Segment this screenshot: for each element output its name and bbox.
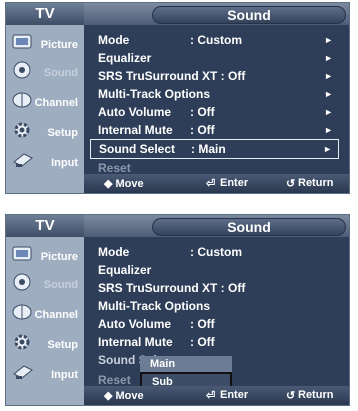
arrow-right-icon: ► [324, 53, 333, 63]
dropdown-option-main[interactable]: Main [140, 356, 232, 372]
channel-icon [12, 304, 32, 320]
enter-icon: ⏎ [206, 178, 216, 190]
sidebar-item-picture[interactable]: Picture [6, 241, 84, 269]
sidebar-item-label: Picture [40, 251, 78, 263]
return-icon: ↺ [286, 178, 296, 190]
menu-row-srs[interactable]: SRS TruSurround XT : Off ► [90, 67, 339, 85]
gear-icon [14, 334, 30, 350]
sidebar-item-channel[interactable]: Channel [6, 299, 84, 327]
arrow-right-icon: ► [323, 144, 332, 154]
header-bar: Sound [84, 215, 349, 237]
picture-icon [12, 34, 32, 49]
sidebar-item-label: Sound [43, 67, 78, 79]
row-value: : Off [190, 317, 215, 331]
row-label: Auto Volume [98, 317, 172, 331]
tv-header: TV [6, 3, 84, 25]
menu-title: Sound [152, 218, 346, 236]
row-label: Auto Volume [98, 105, 172, 119]
return-hint: Return [298, 177, 334, 189]
arrow-right-icon: ► [324, 71, 333, 81]
sound-menu-panel-bottom: TV Sound Picture Sound Channel Setup Inp… [5, 214, 350, 406]
sidebar-item-sound[interactable]: Sound [6, 57, 84, 85]
row-value: : Off [190, 335, 215, 349]
arrow-right-icon: ► [324, 89, 333, 99]
row-value: : Main [191, 142, 226, 156]
enter-hint: Enter [220, 177, 249, 189]
sidebar-item-label: Sound [43, 279, 78, 291]
menu-row-multitrack[interactable]: Multi-Track Options [90, 297, 339, 315]
sidebar-item-label: Channel [34, 309, 78, 321]
menu-row-mode[interactable]: Mode : Custom [90, 243, 339, 261]
enter-hint: Enter [220, 389, 249, 401]
menu-row-equalizer[interactable]: Equalizer ► [90, 49, 339, 67]
menu-row-auto-volume[interactable]: Auto Volume : Off [90, 315, 339, 333]
row-label: Internal Mute [98, 123, 173, 137]
menu-row-multitrack[interactable]: Multi-Track Options ► [90, 85, 339, 103]
menu-title: Sound [152, 6, 346, 24]
picture-icon [12, 246, 32, 261]
sound-icon [13, 273, 31, 291]
menu-row-equalizer[interactable]: Equalizer [90, 261, 339, 279]
arrow-right-icon: ► [324, 35, 333, 45]
sidebar-item-label: Channel [34, 97, 78, 109]
menu-row-internal-mute[interactable]: Internal Mute : Off ► [90, 121, 339, 139]
row-label: Multi-Track Options [98, 299, 211, 313]
sidebar-item-label: Setup [47, 339, 78, 351]
move-hint: ◆ Move [104, 390, 144, 402]
sidebar-item-sound[interactable]: Sound [6, 269, 84, 297]
row-label: Sound Select [99, 142, 176, 156]
sound-options-list: Mode : Custom ► Equalizer ► SRS TruSurro… [84, 25, 349, 175]
header-bar: Sound [84, 3, 349, 25]
channel-icon [12, 92, 32, 108]
row-label: Internal Mute [98, 335, 173, 349]
row-value: : Off [190, 123, 215, 137]
footer-bar: ◆ Move ⏎ Enter ↺ Return [84, 386, 349, 405]
row-label: SRS TruSurround XT : Off [98, 69, 246, 83]
tv-header: TV [6, 215, 84, 237]
arrow-right-icon: ► [324, 107, 333, 117]
menu-row-auto-volume[interactable]: Auto Volume : Off ► [90, 103, 339, 121]
sidebar-item-setup[interactable]: Setup [6, 117, 84, 145]
sound-menu-panel-top: TV Sound Picture Sound Channel Setup Inp… [5, 2, 350, 194]
row-value: : Custom [190, 33, 242, 47]
sidebar-item-channel[interactable]: Channel [6, 87, 84, 115]
row-value: : Off [190, 105, 215, 119]
return-icon: ↺ [286, 390, 296, 402]
input-icon [13, 153, 33, 167]
menu-row-sound-select[interactable]: Sound Select : Main ► [90, 139, 339, 159]
sound-icon [13, 61, 31, 79]
row-label: Mode [98, 245, 130, 259]
menu-row-internal-mute[interactable]: Internal Mute : Off [90, 333, 339, 351]
move-hint: ◆ Move [104, 178, 144, 190]
input-icon [13, 365, 33, 379]
menu-row-mode[interactable]: Mode : Custom ► [90, 31, 339, 49]
sidebar-item-input[interactable]: Input [6, 147, 84, 175]
sidebar-item-label: Input [51, 157, 78, 169]
row-value: : Custom [190, 245, 242, 259]
category-sidebar: Picture Sound Channel Setup Input [6, 25, 84, 193]
row-label: Multi-Track Options [98, 87, 211, 101]
sidebar-item-picture[interactable]: Picture [6, 29, 84, 57]
row-label: Equalizer [98, 263, 152, 277]
row-label: Mode [98, 33, 130, 47]
sidebar-item-label: Input [51, 369, 78, 381]
return-hint: Return [298, 389, 334, 401]
footer-bar: ◆ Move ⏎ Enter ↺ Return [84, 174, 349, 193]
sidebar-item-label: Setup [47, 127, 78, 139]
sidebar-item-input[interactable]: Input [6, 359, 84, 387]
sidebar-item-label: Picture [40, 39, 78, 51]
category-sidebar: Picture Sound Channel Setup Input [6, 237, 84, 405]
menu-row-srs[interactable]: SRS TruSurround XT : Off [90, 279, 339, 297]
sidebar-item-setup[interactable]: Setup [6, 329, 84, 357]
row-label: Equalizer [98, 51, 152, 65]
sound-select-dropdown: Main Sub [140, 356, 232, 388]
arrow-right-icon: ► [324, 125, 333, 135]
gear-icon [14, 122, 30, 138]
row-label: SRS TruSurround XT : Off [98, 281, 246, 295]
enter-icon: ⏎ [206, 390, 216, 402]
